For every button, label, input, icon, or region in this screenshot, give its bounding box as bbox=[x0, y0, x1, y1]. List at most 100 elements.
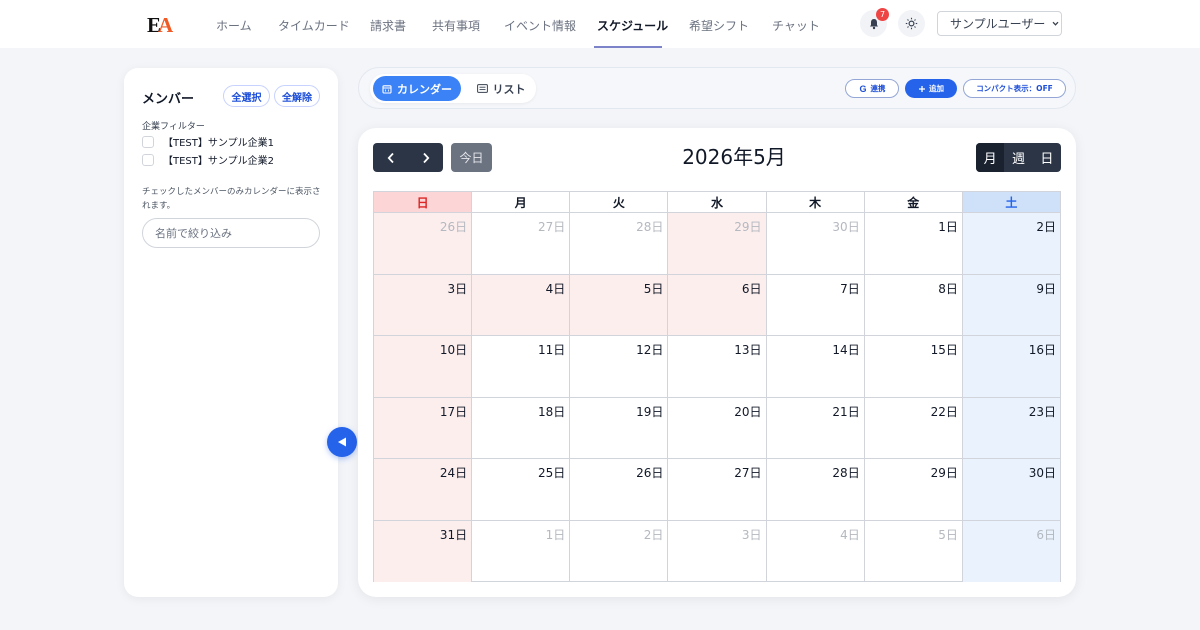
calendar-day-cell[interactable]: 2日 bbox=[570, 520, 669, 582]
member-panel-title: メンバー bbox=[142, 92, 195, 107]
calendar-day-cell[interactable]: 28日 bbox=[570, 213, 669, 274]
calendar-day-cell[interactable]: 2日 bbox=[962, 213, 1060, 274]
nav-item-shared-notes[interactable]: 共有事項 bbox=[432, 17, 480, 34]
month-mode-button[interactable]: 月 bbox=[976, 143, 1005, 172]
nav-item-events[interactable]: イベント情報 bbox=[504, 17, 576, 34]
calendar-day-cell[interactable]: 30日 bbox=[962, 459, 1060, 520]
nav-item-timecard[interactable]: タイムカード bbox=[278, 17, 350, 34]
calendar-day-cell[interactable]: 6日 bbox=[962, 520, 1060, 582]
week-mode-button[interactable]: 週 bbox=[1004, 143, 1032, 172]
calendar-day-cell[interactable]: 22日 bbox=[865, 397, 963, 458]
calendar-day-cell[interactable]: 20日 bbox=[668, 397, 767, 458]
company-checkbox[interactable] bbox=[142, 153, 154, 166]
calendar-day-cell[interactable]: 3日 bbox=[668, 520, 767, 582]
calendar-day-cell[interactable]: 5日 bbox=[865, 520, 963, 582]
compact-view-toggle[interactable]: コンパクト表示：OFF bbox=[963, 79, 1066, 98]
calendar-view-label: カレンダー bbox=[397, 82, 452, 96]
view-switcher: カレンダー リスト bbox=[370, 74, 536, 103]
add-event-button[interactable]: 追加 bbox=[905, 79, 957, 98]
deselect-all-button[interactable]: 全解除 bbox=[274, 85, 320, 107]
list-view-label: リスト bbox=[492, 82, 526, 96]
company-filter-option-1[interactable]: 【TEST】サンプル企業1 bbox=[142, 134, 274, 149]
calendar-day-cell[interactable]: 21日 bbox=[767, 397, 865, 458]
theme-toggle-button[interactable] bbox=[898, 10, 925, 37]
calendar-day-cell[interactable]: 5日 bbox=[570, 274, 669, 335]
nav-item-chat[interactable]: チャット bbox=[772, 17, 820, 34]
calendar-day-cell[interactable]: 17日 bbox=[374, 397, 473, 458]
company-name: 【TEST】サンプル企業1 bbox=[163, 138, 274, 149]
company-filter-option-2[interactable]: 【TEST】サンプル企業2 bbox=[142, 152, 274, 167]
calendar-icon bbox=[382, 84, 392, 94]
weekday-header-wednesday: 水 bbox=[668, 192, 767, 212]
calendar-day-cell[interactable]: 28日 bbox=[767, 459, 865, 520]
calendar-day-cell[interactable]: 1日 bbox=[865, 213, 963, 274]
calendar-day-cell[interactable]: 29日 bbox=[668, 213, 767, 274]
weekday-header-tuesday: 火 bbox=[570, 192, 669, 212]
calendar-day-cell[interactable]: 19日 bbox=[570, 397, 669, 458]
calendar-day-cell[interactable]: 26日 bbox=[374, 213, 473, 274]
calendar-day-cell[interactable]: 27日 bbox=[472, 213, 571, 274]
weekday-header-row: 日 月 火 水 木 金 土 bbox=[374, 192, 1060, 213]
select-all-button[interactable]: 全選択 bbox=[223, 85, 270, 107]
calendar-day-cell[interactable]: 25日 bbox=[472, 459, 571, 520]
active-nav-indicator bbox=[594, 46, 662, 48]
calendar-day-cell[interactable]: 18日 bbox=[472, 397, 571, 458]
collapse-sidebar-button[interactable] bbox=[327, 427, 357, 457]
nav-item-home[interactable]: ホーム bbox=[216, 17, 252, 34]
list-view-tab[interactable]: リスト bbox=[468, 76, 534, 101]
calendar-day-cell[interactable]: 16日 bbox=[962, 336, 1060, 397]
calendar-day-cell[interactable]: 23日 bbox=[962, 397, 1060, 458]
add-event-label: 追加 bbox=[929, 84, 944, 93]
top-navigation-bar: E A ホーム タイムカード 請求書 共有事項 イベント情報 スケジュール 希望… bbox=[0, 0, 1200, 48]
calendar-day-cell[interactable]: 11日 bbox=[472, 336, 571, 397]
svg-text:G: G bbox=[859, 84, 866, 93]
calendar-day-cell[interactable]: 1日 bbox=[472, 520, 571, 582]
calendar-day-cell[interactable]: 27日 bbox=[668, 459, 767, 520]
calendar-day-cell[interactable]: 4日 bbox=[472, 274, 571, 335]
calendar-week-row: 10日 11日 12日 13日 14日 15日 16日 bbox=[374, 336, 1060, 398]
month-grid: 日 月 火 水 木 金 土 26日 27日 28日 29日 30日 1日 2日 3日 4日 5日 6… bbox=[373, 191, 1061, 582]
calendar-day-cell[interactable]: 3日 bbox=[374, 274, 473, 335]
nav-item-schedule[interactable]: スケジュール bbox=[597, 17, 668, 34]
user-menu-button[interactable]: サンプルユーザー bbox=[937, 11, 1062, 36]
weekday-header-friday: 金 bbox=[865, 192, 963, 212]
calendar-week-row: 31日 1日 2日 3日 4日 5日 6日 bbox=[374, 520, 1060, 582]
member-name-search-input[interactable] bbox=[142, 218, 320, 248]
calendar-day-cell[interactable]: 14日 bbox=[767, 336, 865, 397]
svg-text:A: A bbox=[158, 13, 174, 35]
calendar-day-cell[interactable]: 9日 bbox=[962, 274, 1060, 335]
calendar-mode-switcher: 月 週 日 bbox=[976, 143, 1061, 172]
calendar-day-cell[interactable]: 6日 bbox=[668, 274, 767, 335]
google-sync-button[interactable]: G 連携 bbox=[845, 79, 899, 98]
day-mode-button[interactable]: 日 bbox=[1033, 143, 1061, 172]
calendar-week-row: 24日 25日 26日 27日 28日 29日 30日 bbox=[374, 459, 1060, 521]
calendar-week-row: 26日 27日 28日 29日 30日 1日 2日 bbox=[374, 213, 1060, 275]
calendar-day-cell[interactable]: 10日 bbox=[374, 336, 473, 397]
google-icon: G bbox=[859, 84, 866, 93]
brand-logo[interactable]: E A bbox=[147, 13, 175, 35]
company-checkbox[interactable] bbox=[142, 135, 154, 148]
calendar-day-cell[interactable]: 24日 bbox=[374, 459, 473, 520]
calendar-day-cell[interactable]: 26日 bbox=[570, 459, 669, 520]
weekday-header-monday: 月 bbox=[472, 192, 571, 212]
calendar-day-cell[interactable]: 7日 bbox=[767, 274, 865, 335]
calendar-day-cell[interactable]: 13日 bbox=[668, 336, 767, 397]
calendar-week-row: 3日 4日 5日 6日 7日 8日 9日 bbox=[374, 274, 1060, 336]
calendar-week-row: 17日 18日 19日 20日 21日 22日 23日 bbox=[374, 397, 1060, 459]
notification-count-badge: 7 bbox=[876, 8, 889, 21]
calendar-day-cell[interactable]: 4日 bbox=[767, 520, 865, 582]
member-filter-panel: メンバー 全選択 全解除 企業フィルター 【TEST】サンプル企業1 【TEST… bbox=[124, 68, 338, 597]
nav-item-shift-requests[interactable]: 希望シフト bbox=[689, 17, 749, 34]
plus-icon bbox=[919, 85, 925, 92]
calendar-day-cell[interactable]: 29日 bbox=[865, 459, 963, 520]
calendar-day-cell[interactable]: 12日 bbox=[570, 336, 669, 397]
calendar-day-cell[interactable]: 31日 bbox=[374, 520, 473, 582]
company-name: 【TEST】サンプル企業2 bbox=[163, 156, 274, 167]
sun-icon bbox=[905, 17, 918, 30]
nav-item-invoices[interactable]: 請求書 bbox=[370, 17, 406, 34]
calendar-day-cell[interactable]: 30日 bbox=[767, 213, 865, 274]
weekday-header-thursday: 木 bbox=[767, 192, 865, 212]
calendar-day-cell[interactable]: 15日 bbox=[865, 336, 963, 397]
calendar-day-cell[interactable]: 8日 bbox=[865, 274, 963, 335]
calendar-view-tab[interactable]: カレンダー bbox=[373, 76, 461, 101]
